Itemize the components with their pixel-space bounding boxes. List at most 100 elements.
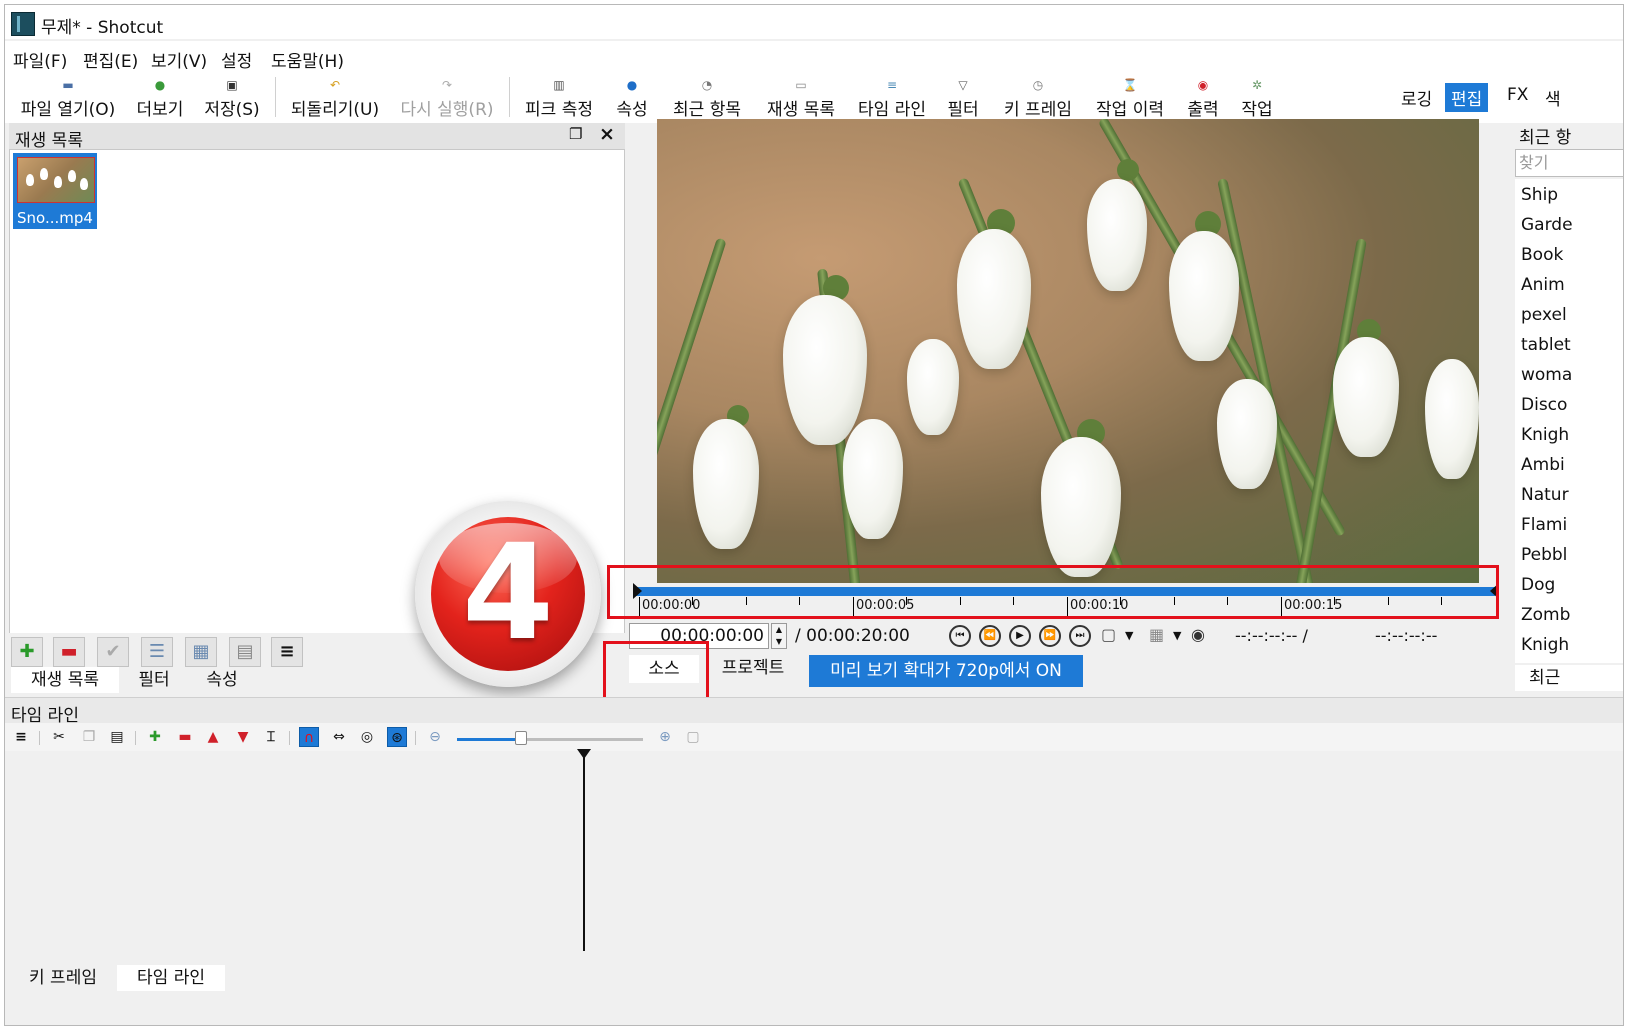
folder-icon: ▬ [62, 78, 74, 92]
fast-forward-icon[interactable]: ⏩ [1039, 625, 1061, 647]
recent-item[interactable]: Pebbl [1521, 545, 1567, 565]
recent-item[interactable]: tablet [1521, 335, 1571, 355]
layout-fx-button[interactable]: FX [1501, 83, 1534, 107]
jobs-button[interactable]: ✲ 작업 [1237, 73, 1277, 120]
remove-clip-icon[interactable]: ▬ [53, 637, 85, 667]
append-icon[interactable]: ✚ [145, 727, 165, 747]
recent-item[interactable]: Dog [1521, 575, 1555, 595]
zoom-in-icon[interactable]: ⊕ [655, 727, 675, 747]
paste-icon[interactable]: ▤ [107, 727, 127, 747]
toolbar-separator [289, 731, 290, 745]
tab-timeline[interactable]: 타임 라인 [117, 965, 225, 991]
keyframe-icon: ◷ [1032, 78, 1044, 92]
menu-help[interactable]: 도움말(H) [271, 47, 344, 72]
recent-item[interactable]: Garde [1521, 215, 1573, 235]
tab-project[interactable]: 프로젝트 [707, 655, 799, 683]
export-button[interactable]: ◉ 출력 [1183, 73, 1223, 120]
timecode-spinner[interactable]: ▲ ▼ [771, 623, 787, 649]
timeline-button[interactable]: ≡ 타임 라인 [853, 73, 931, 120]
snap-magnet-icon[interactable]: ∩ [299, 727, 319, 747]
skip-previous-icon[interactable]: ⏮ [949, 625, 971, 647]
rewind-icon[interactable]: ⏪ [979, 625, 1001, 647]
cut-icon[interactable]: ✂ [49, 727, 69, 747]
chevron-down-icon[interactable]: ▼ [1125, 629, 1133, 642]
playlist-button[interactable]: ▭ 재생 목록 [761, 73, 841, 120]
remove-icon[interactable]: ▬ [175, 727, 195, 747]
copy-icon[interactable]: ❐ [79, 727, 99, 747]
layout-editing-button[interactable]: 편집 [1445, 83, 1489, 112]
details-view-icon[interactable]: ☰ [141, 637, 173, 667]
menu-view[interactable]: 보기(V) [151, 47, 207, 72]
menu-edit[interactable]: 편집(E) [83, 47, 138, 72]
tab-playlist[interactable]: 재생 목록 [11, 667, 119, 693]
thumbnail-flower [54, 176, 62, 188]
snowdrop-flower [957, 229, 1031, 369]
history-button[interactable]: ⌛ 작업 이력 [1091, 73, 1169, 120]
recent-item[interactable]: Knigh [1521, 425, 1569, 445]
menu-icon[interactable]: ≡ [271, 637, 303, 667]
preview-scaling-button[interactable]: 미리 보기 확대가 720p에서 ON [809, 655, 1083, 687]
recent-item[interactable]: Anim [1521, 275, 1565, 295]
play-icon[interactable]: ▶ [1009, 625, 1031, 647]
playhead-line[interactable] [583, 755, 585, 951]
recent-item[interactable]: Flami [1521, 515, 1567, 535]
scrub-icon[interactable]: ⇔ [329, 727, 349, 747]
ripple-all-icon[interactable]: ⊛ [387, 727, 407, 747]
recent-item[interactable]: pexel [1521, 305, 1567, 325]
zoom-fit-icon[interactable]: ▢ [683, 727, 703, 747]
video-preview[interactable] [657, 119, 1479, 583]
timeline-tracks-area[interactable] [5, 751, 1623, 963]
undock-icon[interactable]: ❐ [569, 125, 582, 143]
tab-recent[interactable]: 최근 [1515, 665, 1623, 691]
recent-button[interactable]: ◔ 최근 항목 [665, 73, 749, 120]
menu-settings[interactable]: 설정 [221, 47, 252, 72]
close-icon[interactable]: × [599, 123, 615, 145]
recent-item[interactable]: Disco [1521, 395, 1567, 415]
menu-bar: 파일(F) 편집(E) 보기(V) 설정 도움말(H) [5, 41, 1623, 72]
recent-item[interactable]: Ship [1521, 185, 1558, 205]
layout-color-button[interactable]: 색 [1539, 83, 1567, 112]
zoom-slider-handle[interactable] [515, 731, 527, 745]
grid-icon[interactable]: ▦ [1149, 625, 1164, 644]
recent-item[interactable]: Natur [1521, 485, 1569, 505]
menu-file[interactable]: 파일(F) [13, 47, 67, 72]
redo-button[interactable]: ↷ 다시 실행(R) [395, 73, 499, 120]
peak-meter-button[interactable]: ▥ 피크 측정 [519, 73, 599, 120]
playlist-item[interactable]: Sno...mp4 [13, 153, 97, 229]
layout-logging-button[interactable]: 로깅 [1395, 83, 1438, 112]
undo-button[interactable]: ↶ 되돌리기(U) [285, 73, 385, 120]
tab-keyframes[interactable]: 키 프레임 [11, 965, 115, 991]
recent-item[interactable]: Book [1521, 245, 1563, 265]
tiles-view-icon[interactable]: ▦ [185, 637, 217, 667]
filters-button[interactable]: ▽ 필터 [943, 73, 983, 120]
more-button[interactable]: ● 더보기 [129, 73, 191, 120]
zoom-toggle-icon[interactable]: ▢ [1101, 625, 1116, 644]
split-icon[interactable]: ⌶ [261, 727, 281, 747]
recent-item[interactable]: Zomb [1521, 605, 1570, 625]
chevron-down-icon[interactable]: ▼ [1173, 629, 1181, 642]
open-file-button[interactable]: ▬ 파일 열기(O) [13, 73, 123, 120]
lift-icon[interactable]: ▲ [203, 727, 223, 747]
tab-properties[interactable]: 속성 [189, 667, 255, 693]
overwrite-icon[interactable]: ▼ [233, 727, 253, 747]
recent-list[interactable]: Ship Garde Book Anim pexel tablet woma D… [1515, 179, 1623, 663]
skip-next-icon[interactable]: ⏭ [1069, 625, 1091, 647]
step-number-badge: 4 [415, 501, 601, 687]
tab-filters[interactable]: 필터 [121, 667, 187, 693]
timeline-menu-icon[interactable]: ≡ [11, 727, 31, 747]
save-button[interactable]: ▣ 저장(S) [201, 73, 263, 120]
recent-item[interactable]: woma [1521, 365, 1572, 385]
recent-search-input[interactable]: 찾기 [1515, 149, 1623, 177]
recent-item[interactable]: Ambi [1521, 455, 1565, 475]
volume-icon[interactable]: ◉ [1191, 625, 1205, 644]
keyframes-button[interactable]: ◷ 키 프레임 [999, 73, 1077, 120]
recent-item[interactable]: Knigh [1521, 635, 1569, 655]
ripple-icon[interactable]: ◎ [357, 727, 377, 747]
recent-title: 최근 항 [1519, 128, 1572, 148]
add-clip-icon[interactable]: ✚ [11, 637, 43, 667]
zoom-out-icon[interactable]: ⊖ [425, 727, 445, 747]
icons-view-icon[interactable]: ▤ [229, 637, 261, 667]
check-icon[interactable]: ✔ [97, 637, 129, 667]
properties-button[interactable]: ● 속성 [611, 73, 653, 120]
playhead-handle[interactable] [577, 749, 591, 759]
